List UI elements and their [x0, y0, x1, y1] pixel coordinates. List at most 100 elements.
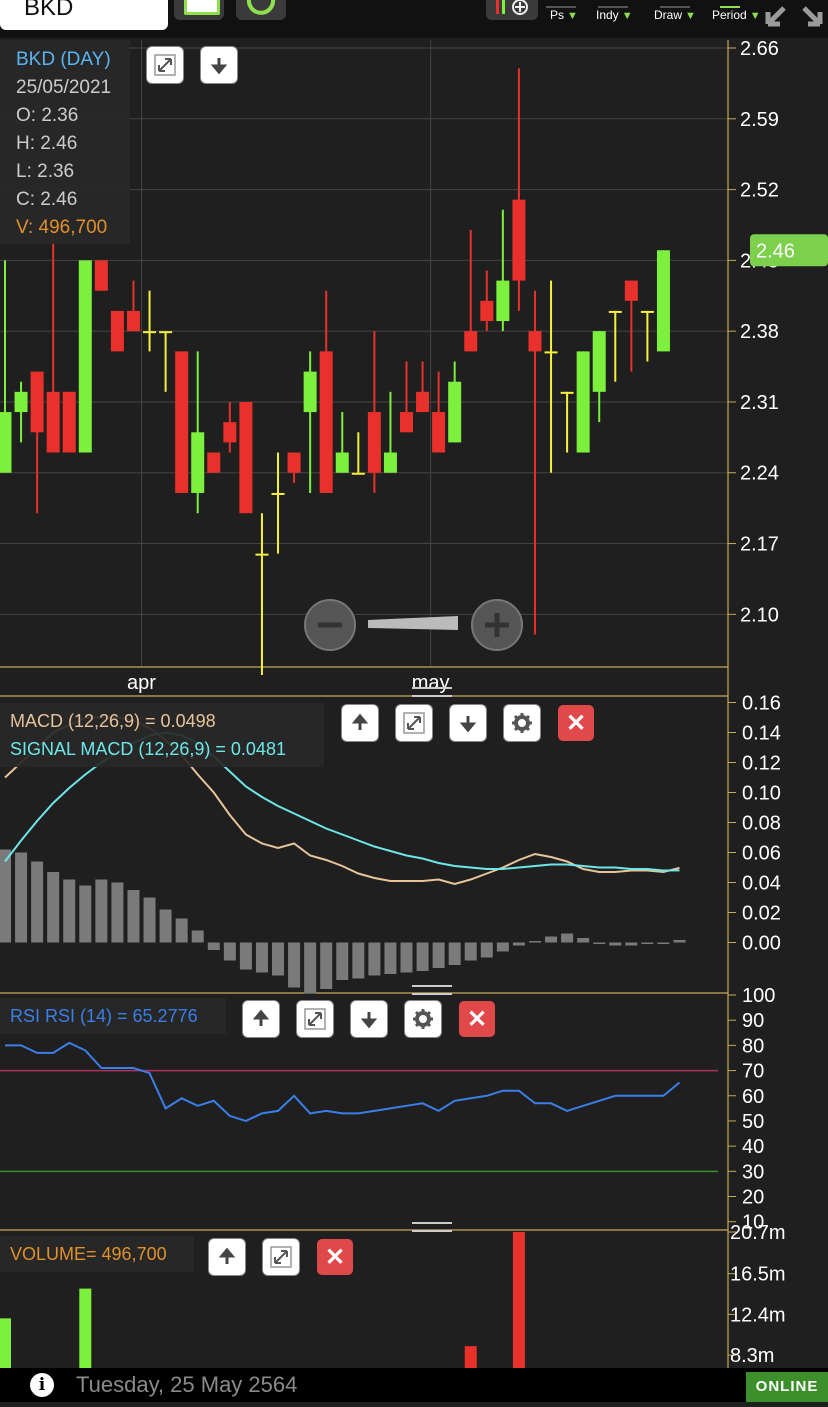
candle-body: [351, 472, 365, 475]
candle-body: [544, 351, 558, 354]
macd-settings-button[interactable]: [504, 705, 540, 741]
indy-dropdown-icon: ▼: [621, 10, 633, 22]
price-info-date: 25/05/2021: [16, 77, 112, 98]
macd-histogram-bar: [561, 933, 574, 943]
macd-histogram-bar: [31, 861, 44, 943]
macd-tick-label: 0.14: [742, 723, 781, 745]
candle-body: [335, 452, 349, 473]
macd-histogram-bar: [0, 849, 11, 943]
macd-tick-label: 0.08: [742, 813, 781, 835]
macd-histogram-bar: [593, 942, 606, 944]
symbol-input[interactable]: BKD: [0, 0, 168, 30]
macd-histogram-bar: [577, 938, 590, 943]
rsi-expand-button[interactable]: [297, 1001, 333, 1037]
macd-histogram-bar: [352, 942, 365, 979]
refresh-button[interactable]: [236, 0, 286, 20]
macd-histogram-bar: [673, 939, 686, 943]
collapse-arrows-icon: [765, 6, 823, 27]
add-indicator-icon: [496, 0, 528, 15]
price-info-high: H: 2.46: [16, 133, 78, 154]
rsi-tick-label: 20: [742, 1187, 764, 1209]
candle-body: [303, 371, 317, 413]
candle-body: [319, 351, 333, 493]
price-info-volume: V: 496,700: [16, 217, 108, 238]
price-tick-label: 2.52: [740, 180, 779, 202]
macd-move-down-button[interactable]: [450, 705, 486, 741]
gear-icon: [413, 1009, 433, 1029]
arrow-down-icon: [459, 716, 477, 733]
macd-histogram-bar: [384, 942, 397, 974]
price-expand-button[interactable]: [147, 47, 183, 83]
period-menu[interactable]: Period ▼: [712, 8, 761, 22]
rsi-close-button[interactable]: ✕: [459, 1001, 495, 1037]
candle-body: [94, 260, 108, 291]
candle-body: [30, 371, 44, 433]
macd-move-up-button[interactable]: [342, 705, 378, 741]
candle-body: [448, 381, 462, 443]
online-badge: ONLINE: [746, 1372, 828, 1402]
volume-tick-label: 20.7m: [730, 1222, 786, 1244]
top-toolbar: BKD Ps ▼ Indy ▼ Draw ▼ Period ▼: [0, 0, 828, 38]
period-menu-label: Period: [712, 8, 747, 22]
macd-tick-label: 0.02: [742, 903, 781, 925]
macd-histogram-bar: [448, 942, 461, 965]
macd-histogram-bar: [464, 942, 477, 961]
period-icon: [720, 0, 740, 8]
rsi-move-up-button[interactable]: [243, 1001, 279, 1037]
candle-body: [223, 422, 237, 443]
draw-menu[interactable]: Draw ▼: [654, 8, 696, 22]
candle-body: [239, 401, 253, 514]
rsi-move-down-button[interactable]: [351, 1001, 387, 1037]
volume-bar: [0, 1318, 11, 1368]
candle-body: [0, 412, 12, 473]
draw-menu-label: Draw: [654, 8, 683, 22]
ps-menu[interactable]: Ps ▼: [550, 8, 578, 22]
macd-tick-label: 0.12: [742, 753, 781, 775]
macd-histogram-bar: [496, 942, 509, 952]
rsi-line: [5, 1041, 681, 1122]
macd-expand-button[interactable]: [396, 705, 432, 741]
collapse-button[interactable]: [764, 4, 824, 28]
add-indicator-button[interactable]: [486, 0, 538, 20]
candle-body: [528, 331, 542, 352]
draw-icon: [660, 0, 690, 8]
indy-menu[interactable]: Indy ▼: [596, 8, 633, 22]
rsi-tick-label: 80: [742, 1035, 764, 1057]
macd-histogram-bar: [512, 942, 525, 946]
price-move-down-button[interactable]: [201, 47, 237, 83]
price-info-low: L: 2.36: [16, 161, 75, 182]
arrow-up-icon: [218, 1247, 236, 1264]
volume-expand-button[interactable]: [263, 1239, 299, 1275]
period-dropdown-icon: ▼: [749, 10, 761, 22]
price-tick-label: 2.59: [740, 109, 779, 131]
compare-button[interactable]: [174, 0, 224, 20]
candle-body: [191, 432, 205, 493]
macd-histogram-bar: [223, 942, 236, 961]
candle-body: [287, 452, 301, 473]
macd-histogram-bar: [255, 942, 268, 973]
candle-body: [62, 391, 76, 453]
volume-close-button[interactable]: ✕: [317, 1239, 353, 1275]
arrow-up-icon: [252, 1009, 270, 1026]
candle-body: [143, 331, 157, 334]
macd-histogram-bar: [480, 942, 493, 958]
expand-icon: [270, 1246, 292, 1268]
macd-close-button[interactable]: ✕: [558, 705, 594, 741]
info-icon[interactable]: i: [30, 1373, 54, 1397]
price-tick-label: 2.24: [740, 463, 779, 485]
compare-icon: [184, 0, 220, 15]
volume-move-up-button[interactable]: [209, 1239, 245, 1275]
macd-info-panel: MACD (12,26,9) = 0.0498 SIGNAL MACD (12,…: [0, 703, 324, 767]
candle-body: [640, 310, 654, 313]
macd-histogram-bar: [15, 852, 28, 943]
macd-histogram-bar: [191, 930, 204, 943]
volume-bar: [464, 1346, 477, 1368]
rsi-settings-button[interactable]: [405, 1001, 441, 1037]
macd-histogram-bar: [159, 909, 172, 943]
price-tick-label: 2.66: [740, 38, 779, 60]
candle-body: [416, 391, 430, 413]
gear-icon: [512, 713, 532, 733]
price-info-open: O: 2.36: [16, 105, 79, 126]
candle-body: [400, 412, 413, 433]
macd-histogram-bar: [288, 942, 301, 988]
